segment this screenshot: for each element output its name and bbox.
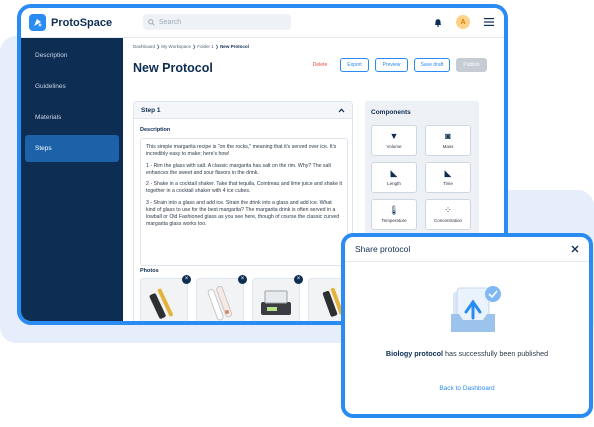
menu-icon[interactable] <box>484 18 494 26</box>
component-label: Length <box>387 181 401 186</box>
sidebar-item-steps[interactable]: Steps <box>25 135 119 162</box>
step-title: Step 1 <box>141 106 161 114</box>
component-concentration[interactable]: ⁘ Concentration <box>425 199 471 230</box>
ruler-icon: ◣ <box>390 168 398 178</box>
dialog-header: Share protocol <box>345 237 589 262</box>
description-paragraph: 3 - Strain into a glass and add ice. Str… <box>146 200 340 228</box>
component-label: Time <box>443 181 453 186</box>
publish-button[interactable]: Publish <box>456 58 487 72</box>
dialog-title: Share protocol <box>355 244 411 254</box>
step-header[interactable]: Step 1 <box>134 102 352 119</box>
components-title: Components <box>371 109 411 116</box>
breadcrumb-item[interactable]: Folder 1 <box>197 44 214 49</box>
breadcrumb-current: New Protocol <box>220 44 249 49</box>
avatar[interactable]: A <box>456 15 470 29</box>
component-label: Volume <box>386 144 402 149</box>
sidebar: Description Guidelines Materials Steps <box>21 38 123 321</box>
photo-scale[interactable]: × <box>252 275 303 321</box>
preview-button[interactable]: Preview <box>375 58 408 72</box>
app-logo[interactable]: ProtoSpace <box>29 14 112 31</box>
action-toolbar: Delete Export Preview Save draft Publish <box>306 58 487 72</box>
success-message: Biology protocol has successfully been p… <box>345 348 589 359</box>
clock-icon: ◣ <box>444 168 452 178</box>
weight-icon: ◙ <box>445 131 451 141</box>
share-protocol-dialog: Share protocol Biology protocol has succ… <box>341 233 593 418</box>
delete-button[interactable]: Delete <box>306 58 334 72</box>
component-mass[interactable]: ◙ Mass <box>425 125 471 156</box>
breadcrumb-item[interactable]: Dashboard <box>133 44 155 49</box>
back-to-dashboard-link[interactable]: Back to Dashboard <box>345 385 589 392</box>
success-text: has successfully been published <box>445 349 549 358</box>
top-bar: ProtoSpace Search A <box>21 8 504 38</box>
photos-label: Photos <box>140 268 159 274</box>
close-icon[interactable] <box>571 245 579 253</box>
description-textarea[interactable]: This simple margarita recipe is "on the … <box>140 138 348 266</box>
description-paragraph: This simple margarita recipe is "on the … <box>146 144 337 158</box>
beaker-icon: ▼ <box>389 131 399 141</box>
photo-tubes[interactable]: × <box>196 275 247 321</box>
search-input[interactable]: Search <box>143 14 291 30</box>
step-card: Step 1 Description This simple margarita… <box>133 101 353 321</box>
photo-pipette[interactable]: × <box>140 275 191 321</box>
remove-photo-button[interactable]: × <box>238 275 247 284</box>
molecule-icon: ⁘ <box>444 205 452 215</box>
bell-icon[interactable] <box>434 18 442 27</box>
sidebar-item-description[interactable]: Description <box>25 42 119 69</box>
component-length[interactable]: ◣ Length <box>371 162 417 193</box>
component-label: Temperature <box>381 218 407 223</box>
protocol-name: Biology protocol <box>385 349 443 358</box>
app-name: ProtoSpace <box>51 16 113 29</box>
remove-photo-button[interactable]: × <box>182 275 191 284</box>
thermometer-icon: 🌡 <box>388 205 400 215</box>
logo-icon <box>29 14 46 31</box>
component-temperature[interactable]: 🌡 Temperature <box>371 199 417 230</box>
page-title: New Protocol <box>133 61 213 75</box>
export-button[interactable]: Export <box>340 58 369 72</box>
description-label: Description <box>140 127 171 133</box>
breadcrumb-item[interactable]: My Workspace <box>161 44 191 49</box>
component-label: Concentration <box>433 218 463 223</box>
component-volume[interactable]: ▼ Volume <box>371 125 417 156</box>
photo-list: × × × <box>140 275 352 321</box>
remove-photo-button[interactable]: × <box>294 275 303 284</box>
search-icon <box>148 18 155 26</box>
description-paragraph: 2 - Shake in a cocktail shaker. Take tha… <box>146 181 342 195</box>
published-illustration <box>451 286 501 332</box>
component-label: Mass <box>442 144 454 149</box>
save-draft-button[interactable]: Save draft <box>414 58 450 72</box>
description-paragraph: 1 - Rim the glass with salt. A classic m… <box>146 162 331 176</box>
sidebar-item-guidelines[interactable]: Guidelines <box>25 73 119 100</box>
chevron-up-icon[interactable] <box>338 107 345 113</box>
sidebar-item-materials[interactable]: Materials <box>25 104 119 131</box>
component-time[interactable]: ◣ Time <box>425 162 471 193</box>
search-placeholder: Search <box>159 18 182 26</box>
breadcrumb: Dashboard ❯ My Workspace ❯ Folder 1 ❯ Ne… <box>133 44 249 49</box>
